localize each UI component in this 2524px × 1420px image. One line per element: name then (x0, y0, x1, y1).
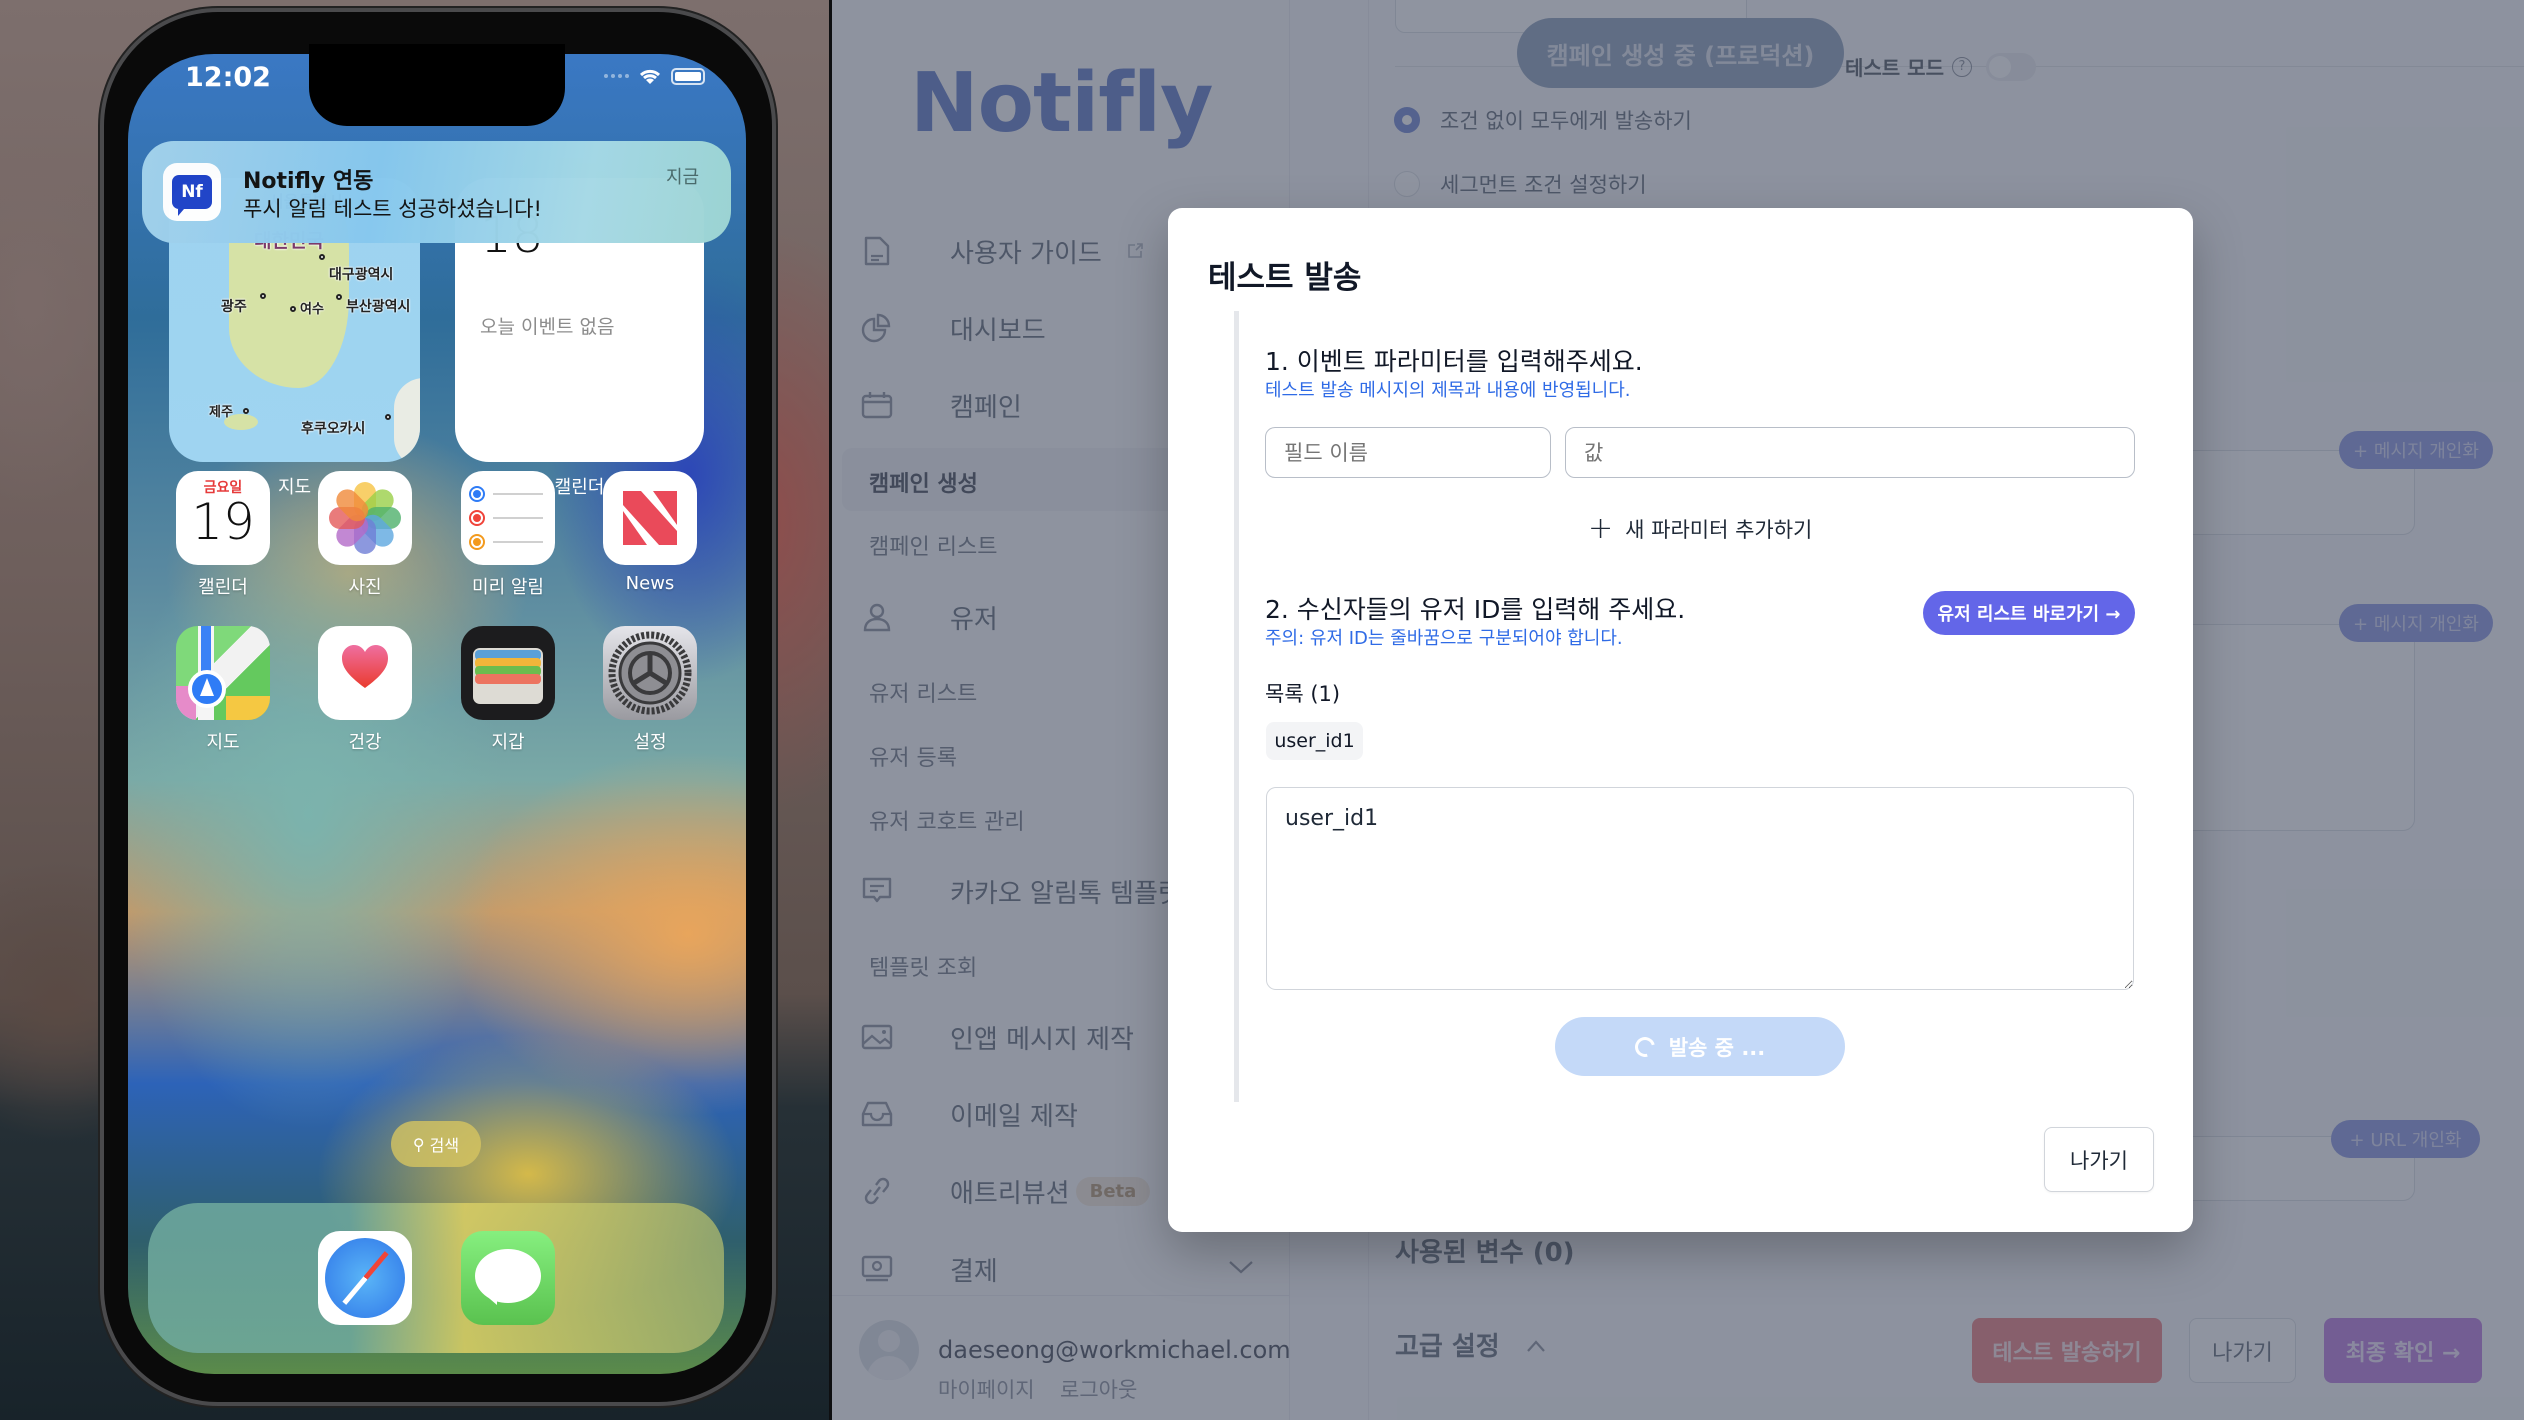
modal-exit-button[interactable]: 나가기 (2044, 1127, 2154, 1192)
app-label: 설정 (633, 732, 667, 753)
send-button-label: 발송 중 ... (1668, 1035, 1766, 1060)
search-label: 검색 (429, 1136, 460, 1155)
map-pin (243, 408, 249, 414)
loading-spinner-icon (1631, 1032, 1659, 1061)
step2-subtitle: 주의: 유저 ID는 줄바꿈으로 구분되어야 합니다. (1265, 628, 1623, 649)
map-pin (336, 294, 342, 300)
cellular-icon (604, 74, 629, 78)
messages-icon[interactable] (461, 1231, 555, 1325)
notification-body: 푸시 알림 테스트 성공하셨습니다! (243, 197, 542, 221)
user-ids-textarea[interactable] (1266, 787, 2134, 990)
modal-title: 테스트 발송 (1208, 260, 1362, 296)
step1-subtitle: 테스트 발송 메시지의 제목과 내용에 반영됩니다. (1265, 380, 1631, 401)
map-pin (319, 254, 325, 260)
param-field-name-input[interactable] (1265, 427, 1551, 478)
go-to-user-list-button[interactable]: 유저 리스트 바로가기 → (1923, 591, 2135, 635)
app-label: 미리 알림 (472, 577, 544, 598)
app-label: 캘린더 (198, 577, 248, 598)
param-value-input[interactable] (1565, 427, 2135, 478)
maps-icon[interactable] (176, 626, 270, 720)
app-label: 지갑 (491, 732, 525, 753)
add-parameter-button[interactable]: + 새 파라미터 추가하기 (1588, 514, 1812, 544)
map-label: 여수 (300, 302, 324, 317)
wallet-icon[interactable] (461, 626, 555, 720)
recipient-list-count: 목록 (1) (1265, 682, 1341, 706)
user-id-chip[interactable]: user_id1 (1266, 722, 1363, 760)
map-land (394, 378, 420, 462)
map-pin (290, 306, 296, 312)
app-label: 지도 (206, 732, 240, 753)
wifi-icon (639, 69, 661, 84)
reminders-icon[interactable] (461, 471, 555, 565)
app-label: News (625, 573, 675, 594)
step1-title: 1. 이벤트 파라미터를 입력해주세요. (1265, 347, 1643, 376)
notification-time: 지금 (666, 167, 700, 188)
calendar-widget-empty: 오늘 이벤트 없음 (480, 316, 615, 338)
health-icon[interactable] (318, 626, 412, 720)
map-label: 대구광역시 (329, 267, 394, 283)
photos-icon[interactable] (318, 471, 412, 565)
search-icon: ⚲ (412, 1134, 425, 1154)
phone-notch (309, 44, 565, 126)
map-pin (260, 293, 266, 299)
map-label: 제주 (209, 405, 233, 420)
test-send-modal: 테스트 발송 1. 이벤트 파라미터를 입력해주세요. 테스트 발송 메시지의 … (1168, 208, 2193, 1232)
map-label: 광주 (221, 299, 247, 315)
step2-title: 2. 수신자들의 유저 ID를 입력해 주세요. (1265, 595, 1686, 624)
notifly-app-icon: Nf (163, 163, 221, 221)
map-label: 부산광역시 (346, 299, 411, 315)
modal-step-rail (1234, 311, 1239, 1102)
push-notification[interactable]: Nf Notifly 연동 푸시 알림 테스트 성공하셨습니다! 지금 (142, 141, 731, 243)
spotlight-search-button[interactable]: ⚲ 검색 (391, 1121, 481, 1167)
add-parameter-label: 새 파라미터 추가하기 (1625, 518, 1813, 542)
battery-icon (671, 67, 705, 85)
phone-home-screen: 서울특별시 대한민국 대구광역시 광주 여수 부산광역시 제주 후쿠오카시 지도… (128, 54, 746, 1374)
status-bar-time: 12:02 (185, 62, 271, 93)
send-button[interactable]: 발송 중 ... (1555, 1017, 1845, 1076)
status-bar-icons (604, 66, 705, 86)
plus-icon: + (1588, 511, 1614, 546)
safari-icon[interactable] (318, 1231, 412, 1325)
notification-title: Notifly 연동 (243, 169, 374, 194)
news-icon[interactable] (603, 471, 697, 565)
map-label: 후쿠오카시 (301, 421, 366, 437)
dock (148, 1203, 724, 1353)
calendar-icon[interactable]: 금요일 19 (176, 471, 270, 565)
settings-icon[interactable] (603, 626, 697, 720)
calendar-icon-day: 19 (191, 493, 255, 551)
app-label: 사진 (348, 577, 382, 598)
map-pin (385, 414, 391, 420)
app-label: 건강 (348, 732, 382, 753)
